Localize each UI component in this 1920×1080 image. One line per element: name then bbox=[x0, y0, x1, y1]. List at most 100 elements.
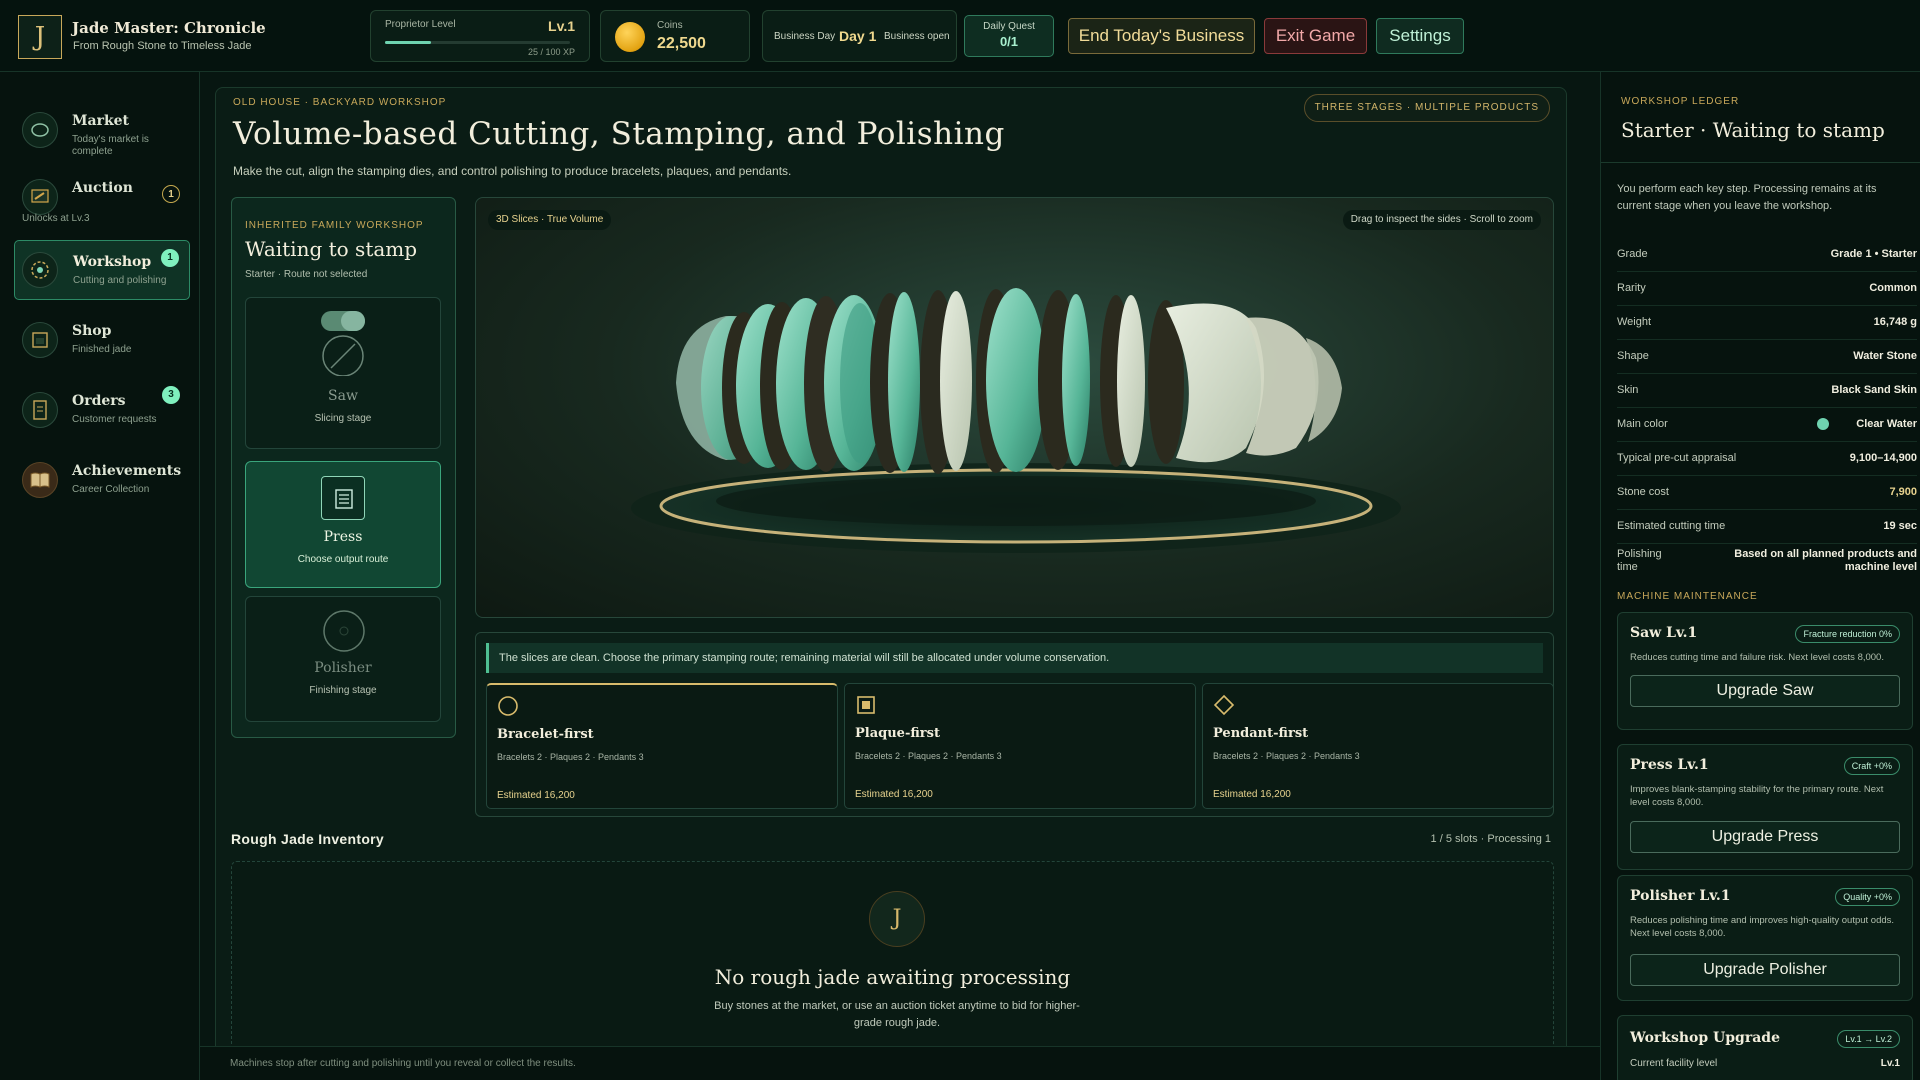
stage-name: Press bbox=[323, 529, 363, 545]
page-title: Volume-based Cutting, Stamping, and Poli… bbox=[233, 116, 1005, 152]
row-key: Typical pre-cut appraisal bbox=[1617, 452, 1737, 464]
inventory-title: Rough Jade Inventory bbox=[231, 831, 385, 847]
ledger-kicker: WORKSHOP LEDGER bbox=[1621, 96, 1740, 107]
stage-card-saw[interactable]: Saw Slicing stage bbox=[245, 297, 441, 449]
row-value: 19 sec bbox=[1883, 520, 1917, 532]
route-estimate: Estimated 16,200 bbox=[1213, 789, 1291, 800]
stage-name: Saw bbox=[328, 388, 358, 404]
sidebar-item-label: Shop bbox=[72, 323, 112, 339]
ledger-row-shape: Shape Water Stone bbox=[1617, 340, 1917, 374]
machine-title: Polisher Lv.1 bbox=[1630, 888, 1731, 904]
row-key: Grade bbox=[1617, 248, 1648, 260]
sidebar-item-orders[interactable]: Orders Customer requests 3 bbox=[14, 380, 190, 440]
machine-title: Saw Lv.1 bbox=[1630, 625, 1698, 641]
ledger-row-skin: Skin Black Sand Skin bbox=[1617, 374, 1917, 408]
top-bar: J Jade Master: Chronicle From Rough Ston… bbox=[0, 0, 1920, 72]
workshop-main-panel: OLD HOUSE · BACKYARD WORKSHOP Volume-bas… bbox=[215, 87, 1567, 1080]
ledger-row-stone-cost: Stone cost 7,900 bbox=[1617, 476, 1917, 510]
route-selection-panel: The slices are clean. Choose the primary… bbox=[475, 632, 1554, 817]
sidebar-item-shop[interactable]: Shop Finished jade bbox=[14, 310, 190, 370]
route-option-bracelet-first[interactable]: Bracelet-first Bracelets 2 · Plaques 2 ·… bbox=[486, 683, 838, 809]
sidebar-item-workshop[interactable]: Workshop Cutting and polishing 1 bbox=[14, 240, 190, 300]
inventory-empty-title: No rough jade awaiting processing bbox=[714, 965, 1071, 989]
xp-text: 25 / 100 XP bbox=[527, 47, 575, 57]
upgrade-value: Lv.1 bbox=[1880, 1058, 1900, 1069]
sidebar-item-achievements[interactable]: Achievements Career Collection bbox=[14, 450, 190, 510]
stage-desc: Finishing stage bbox=[309, 685, 377, 696]
machine-card-polisher: Polisher Lv.1 Quality +0% Reduces polish… bbox=[1617, 875, 1913, 1001]
machine-card-press: Press Lv.1 Craft +0% Improves blank-stam… bbox=[1617, 744, 1913, 870]
machine-desc: Reduces cutting time and failure risk. N… bbox=[1630, 652, 1884, 663]
coins-box: Coins 22,500 bbox=[600, 10, 750, 62]
row-key: Weight bbox=[1617, 316, 1652, 328]
machine-desc: Reduces polishing time and improves high… bbox=[1630, 915, 1895, 939]
upgrade-saw-button[interactable]: Upgrade Saw bbox=[1630, 675, 1900, 707]
ledger-description: You perform each key step. Processing re… bbox=[1617, 183, 1877, 212]
stage-card-polisher[interactable]: Polisher Finishing stage bbox=[245, 596, 441, 722]
ledger-row-cutting-time: Estimated cutting time 19 sec bbox=[1617, 510, 1917, 544]
route-option-pendant-first[interactable]: Pendant-first Bracelets 2 · Plaques 2 · … bbox=[1202, 683, 1554, 809]
coins-value: 22,500 bbox=[657, 35, 706, 52]
route-estimate: Estimated 16,200 bbox=[497, 790, 575, 801]
row-value: Common bbox=[1869, 282, 1917, 294]
route-sub: Bracelets 2 · Plaques 2 · Pendants 3 bbox=[497, 752, 644, 762]
row-key: Shape bbox=[1617, 350, 1649, 362]
scroll-icon bbox=[22, 392, 58, 428]
level-value: Lv.1 bbox=[548, 18, 575, 34]
daily-quest-label: Daily Quest bbox=[983, 21, 1035, 32]
sidebar: Market Today's market is complete Auctio… bbox=[0, 72, 200, 1080]
sidebar-item-auction[interactable]: Auction Unlocks at Lv.3 1 bbox=[14, 167, 190, 227]
machine-card-saw: Saw Lv.1 Fracture reduction 0% Reduces c… bbox=[1617, 612, 1913, 730]
xp-bar-fill bbox=[385, 41, 432, 44]
stages-subtitle: Starter · Route not selected bbox=[245, 269, 368, 280]
jade-emblem-icon: J bbox=[869, 891, 925, 947]
row-value: Black Sand Skin bbox=[1831, 384, 1917, 396]
upgrade-polisher-button[interactable]: Upgrade Polisher bbox=[1630, 954, 1900, 986]
jade-slices-model bbox=[631, 288, 1401, 553]
sidebar-item-market[interactable]: Market Today's market is complete bbox=[14, 100, 190, 160]
daily-quest-button[interactable]: Daily Quest 0/1 bbox=[964, 15, 1054, 57]
upgrade-pill: Lv.1 → Lv.2 bbox=[1837, 1030, 1900, 1048]
ledger-row-weight: Weight 16,748 g bbox=[1617, 306, 1917, 340]
gavel-icon bbox=[22, 179, 58, 215]
jade-3d-viewer[interactable]: 3D Slices · True Volume Drag to inspect … bbox=[475, 197, 1554, 618]
workshop-stages-panel: INHERITED FAMILY WORKSHOP Waiting to sta… bbox=[231, 197, 456, 738]
stage-desc: Slicing stage bbox=[314, 413, 372, 424]
sidebar-item-sub: Customer requests bbox=[72, 414, 157, 425]
maintenance-heading: MACHINE MAINTENANCE bbox=[1617, 591, 1758, 602]
ledger-row-polishing-time: Polishing time Based on all planned prod… bbox=[1617, 544, 1917, 580]
business-status: Business open bbox=[884, 31, 950, 42]
settings-button[interactable]: Settings bbox=[1376, 18, 1464, 54]
route-note: The slices are clean. Choose the primary… bbox=[486, 643, 1543, 673]
row-key: Main color bbox=[1617, 418, 1668, 430]
coins-label: Coins bbox=[657, 20, 683, 31]
ledger-row-rarity: Rarity Common bbox=[1617, 272, 1917, 306]
exit-game-button[interactable]: Exit Game bbox=[1264, 18, 1367, 54]
stage-card-press[interactable]: Press Choose output route bbox=[245, 461, 441, 588]
ledger-row-appraisal: Typical pre-cut appraisal 9,100–14,900 bbox=[1617, 442, 1917, 476]
end-business-button[interactable]: End Today's Business bbox=[1068, 18, 1255, 54]
sidebar-item-label: Market bbox=[72, 113, 130, 129]
route-title: Plaque-first bbox=[855, 726, 940, 741]
color-swatch-icon bbox=[1817, 418, 1829, 430]
inventory-empty-state: J No rough jade awaiting processing Buy … bbox=[231, 861, 1554, 1061]
upgrade-press-button[interactable]: Upgrade Press bbox=[1630, 821, 1900, 853]
page-description: Make the cut, align the stamping dies, a… bbox=[233, 164, 792, 178]
gear-icon bbox=[22, 252, 58, 288]
daily-quest-value: 0/1 bbox=[999, 34, 1019, 49]
plaque-icon bbox=[857, 696, 875, 714]
app-logo: J bbox=[18, 15, 62, 59]
upgrade-key: Current facility level bbox=[1630, 1058, 1718, 1069]
sidebar-item-sub: Today's market is complete bbox=[72, 134, 149, 157]
upgrade-title: Workshop Upgrade bbox=[1630, 1030, 1780, 1046]
stage-desc: Choose output route bbox=[297, 554, 389, 565]
row-key: Skin bbox=[1617, 384, 1639, 396]
route-option-plaque-first[interactable]: Plaque-first Bracelets 2 · Plaques 2 · P… bbox=[844, 683, 1196, 809]
sidebar-item-label: Auction bbox=[72, 180, 133, 196]
sidebar-item-sub: Career Collection bbox=[72, 484, 150, 495]
market-icon bbox=[22, 112, 58, 148]
route-title: Pendant-first bbox=[1213, 726, 1309, 741]
business-day-label: Business Day bbox=[774, 31, 836, 42]
footer-note: Machines stop after cutting and polishin… bbox=[230, 1058, 576, 1069]
row-value: Grade 1 • Starter bbox=[1830, 248, 1917, 260]
